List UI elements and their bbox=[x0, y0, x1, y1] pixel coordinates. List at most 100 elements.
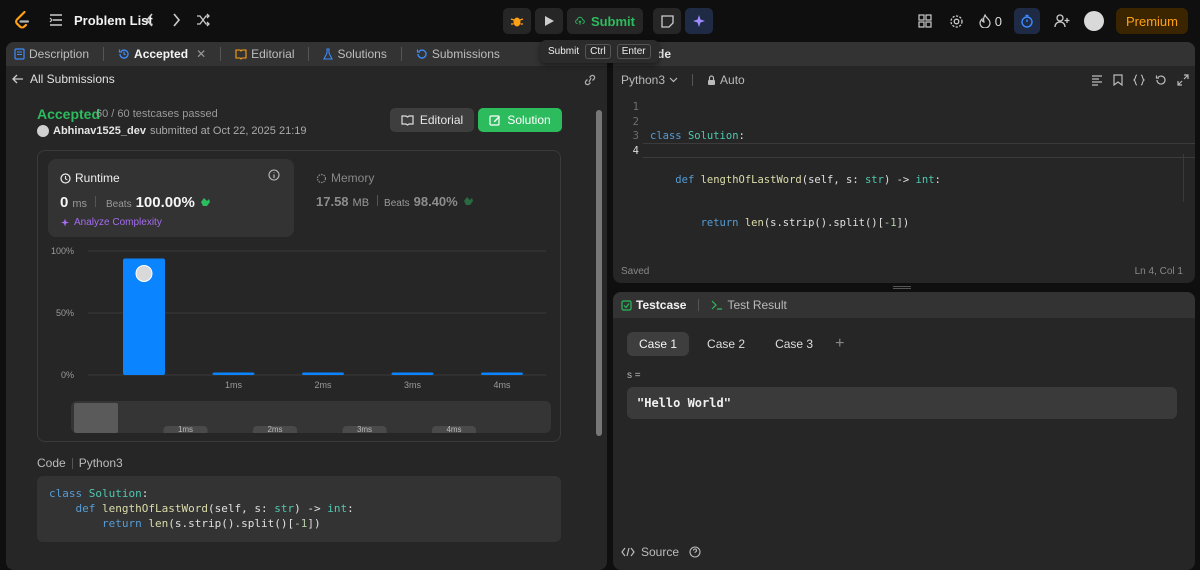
testcase-panel: Testcase Test Result Case 1 Case 2 Case … bbox=[613, 292, 1195, 570]
language-value: Python3 bbox=[621, 73, 666, 87]
top-nav: Problem List Submit 0 Premium bbox=[0, 0, 1200, 40]
editorial-button[interactable]: Editorial bbox=[390, 108, 474, 132]
case-3-tab[interactable]: Case 3 bbox=[763, 332, 825, 356]
sparkle-icon bbox=[693, 15, 705, 27]
premium-button[interactable]: Premium bbox=[1115, 8, 1188, 34]
next-problem-icon[interactable] bbox=[166, 10, 186, 30]
panel-resize-handle[interactable] bbox=[893, 286, 911, 289]
code-editor[interactable]: 1 2 3 4 class Solution: def lengthOfLast… bbox=[613, 96, 1195, 246]
help-icon[interactable] bbox=[689, 546, 701, 558]
expand-icon[interactable] bbox=[1177, 74, 1189, 86]
submit-label: Submit bbox=[590, 13, 635, 29]
submit-button[interactable]: Submit bbox=[567, 8, 643, 34]
document-icon bbox=[14, 48, 25, 60]
history-icon bbox=[416, 49, 427, 59]
save-status: Saved bbox=[621, 266, 650, 277]
tab-accepted[interactable]: Accepted ✕ bbox=[118, 47, 206, 61]
line-number-gutter: 1 2 3 4 bbox=[617, 100, 639, 158]
tab-submissions[interactable]: Submissions bbox=[416, 47, 500, 61]
play-icon bbox=[545, 16, 554, 26]
add-friend-icon[interactable] bbox=[1052, 11, 1072, 31]
line-number: 4 bbox=[632, 144, 639, 157]
gear-icon[interactable] bbox=[947, 11, 967, 31]
notes-button[interactable] bbox=[653, 8, 681, 34]
cloud-upload-icon bbox=[575, 16, 585, 25]
chart-bar bbox=[391, 372, 434, 375]
note-icon bbox=[660, 14, 674, 28]
divider bbox=[692, 74, 694, 86]
bookmark-icon[interactable] bbox=[1113, 74, 1123, 86]
code-editor-header: Code bbox=[613, 42, 1195, 66]
case-1-tab[interactable]: Case 1 bbox=[627, 332, 690, 356]
chart-range-minimap[interactable]: 1ms 2ms 3ms 4ms bbox=[71, 401, 551, 433]
add-case-icon[interactable]: + bbox=[835, 335, 844, 353]
flask-icon bbox=[323, 48, 334, 60]
terminal-icon bbox=[712, 300, 723, 310]
user-avatar[interactable] bbox=[1083, 11, 1104, 31]
editor-code-lines[interactable]: class Solution: def lengthOfLastWord(sel… bbox=[650, 100, 941, 283]
tab-divider bbox=[698, 299, 700, 311]
y-tick-label: 0% bbox=[61, 370, 74, 380]
source-label: Source bbox=[641, 545, 680, 559]
solution-button-label: Solution bbox=[507, 113, 551, 127]
tab-testcase[interactable]: Testcase bbox=[621, 298, 686, 312]
editor-scroll-ruler[interactable] bbox=[1183, 154, 1191, 202]
debug-button[interactable] bbox=[503, 8, 531, 34]
tab-divider bbox=[308, 47, 310, 61]
analyze-complexity-link[interactable]: Analyze Complexity bbox=[60, 217, 162, 228]
shuffle-icon[interactable] bbox=[193, 10, 213, 30]
prev-problem-icon[interactable] bbox=[140, 10, 160, 30]
braces-icon[interactable] bbox=[1133, 74, 1145, 86]
language-select[interactable]: Python3 bbox=[621, 73, 678, 87]
list-icon bbox=[46, 10, 66, 30]
timer-button[interactable] bbox=[1013, 8, 1040, 34]
all-submissions-link[interactable]: All Submissions bbox=[12, 72, 115, 86]
book-icon bbox=[401, 114, 414, 126]
testcases-passed: 60 / 60 testcases passed bbox=[96, 108, 218, 120]
tab-editorial[interactable]: Editorial bbox=[235, 47, 294, 61]
tab-description[interactable]: Description bbox=[14, 47, 89, 61]
auto-mode-toggle[interactable]: Auto bbox=[707, 73, 745, 87]
streak-counter[interactable]: 0 bbox=[979, 14, 1002, 29]
tab-test-result[interactable]: Test Result bbox=[711, 298, 787, 312]
stopwatch-icon bbox=[1021, 14, 1033, 28]
memory-header[interactable]: Memory bbox=[316, 171, 374, 185]
layout-grid-icon[interactable] bbox=[915, 11, 935, 31]
submission-status: Accepted bbox=[37, 106, 101, 122]
arrow-left-icon bbox=[12, 74, 23, 84]
source-link[interactable]: Source bbox=[621, 545, 701, 559]
reset-icon[interactable] bbox=[1155, 74, 1167, 86]
divider bbox=[377, 195, 379, 206]
problem-list-group[interactable]: Problem List bbox=[46, 10, 153, 30]
case-2-tab[interactable]: Case 2 bbox=[695, 332, 757, 356]
runtime-card[interactable]: Runtime 0 ms Beats 100.00% Analyze Compl… bbox=[48, 159, 294, 237]
solution-button[interactable]: Solution bbox=[478, 108, 562, 132]
submitted-code-block[interactable]: class Solution: def lengthOfLastWord(sel… bbox=[37, 476, 561, 542]
memory-beats-label: Beats bbox=[384, 198, 410, 209]
share-link-icon[interactable] bbox=[583, 74, 597, 86]
close-tab-icon[interactable]: ✕ bbox=[196, 47, 206, 61]
memory-unit: MB bbox=[352, 197, 370, 209]
info-icon[interactable] bbox=[268, 169, 280, 181]
testcase-input-field[interactable]: "Hello World" bbox=[627, 387, 1177, 419]
runtime-distribution-chart: 100% 50% 0% 1ms 2ms 3ms 4ms bbox=[51, 246, 546, 390]
auto-mode-label: Auto bbox=[720, 73, 745, 87]
chart-bar bbox=[302, 372, 344, 375]
author-avatar[interactable] bbox=[37, 125, 49, 137]
runtime-values: 0 ms Beats 100.00% bbox=[60, 194, 211, 211]
tooltip-label: Submit bbox=[548, 46, 580, 57]
lock-icon bbox=[708, 74, 716, 85]
run-button[interactable] bbox=[535, 8, 563, 34]
tab-solutions[interactable]: Solutions bbox=[323, 47, 387, 61]
leetcode-logo-icon[interactable] bbox=[12, 10, 32, 30]
scrollbar-thumb[interactable] bbox=[596, 110, 602, 436]
format-icon[interactable] bbox=[1091, 74, 1103, 86]
history-icon bbox=[118, 49, 129, 59]
analyze-complexity-label: Analyze Complexity bbox=[74, 217, 162, 228]
code-editor-panel: Code Python3 Auto 1 2 3 4 class Solution… bbox=[613, 42, 1195, 283]
ai-assist-button[interactable] bbox=[685, 8, 713, 34]
tab-divider bbox=[220, 47, 222, 61]
minimap-tick-label: 2ms bbox=[267, 425, 282, 433]
author-name[interactable]: Abhinav1525_dev bbox=[53, 125, 146, 137]
